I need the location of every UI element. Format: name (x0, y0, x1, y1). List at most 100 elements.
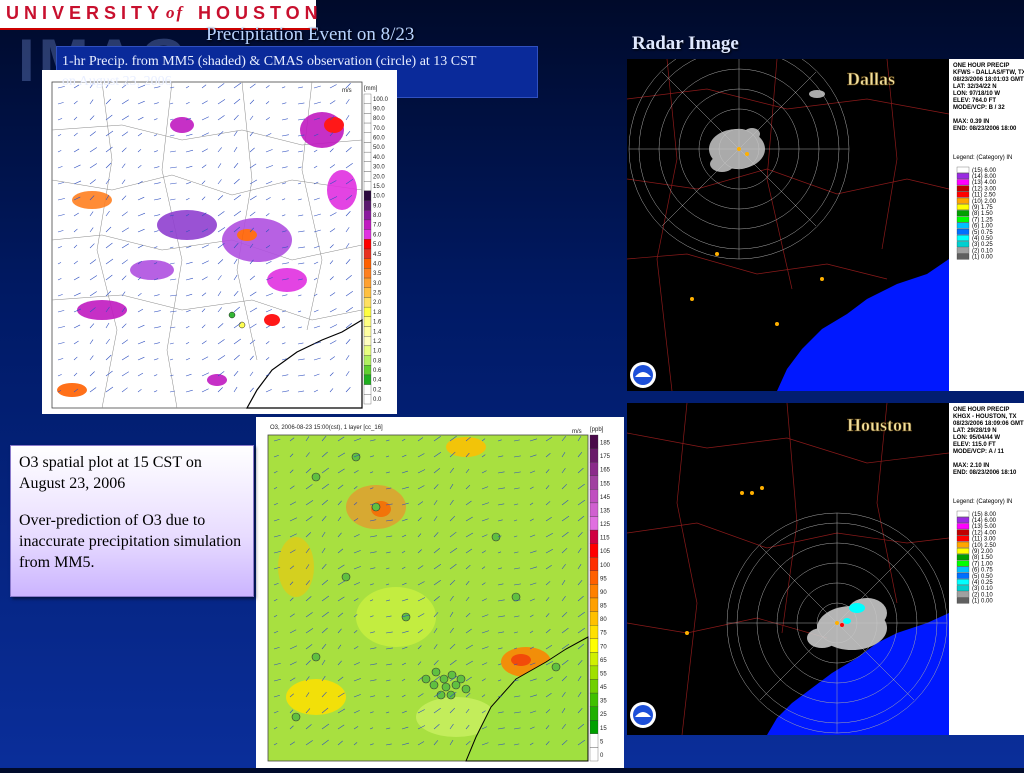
radar-legend-label: (9) 1.75 (972, 205, 993, 211)
radar-legend-swatch (956, 560, 970, 567)
colorbar-tick-label: 6.0 (373, 232, 382, 238)
radar-legend-label: (14) 6.00 (972, 518, 997, 524)
radar-legend-label: (1) 0.00 (972, 255, 993, 261)
o3-observation-circle (439, 674, 449, 684)
colorbar-swatch (589, 529, 599, 544)
o3-observation-circle (341, 572, 351, 582)
colorbar-tick-label: 165 (600, 468, 611, 474)
colorbar-swatch (363, 384, 372, 395)
logo-word-houston: HOUSTON (198, 3, 323, 23)
colorbar-swatch (363, 374, 372, 385)
colorbar-swatch (363, 161, 372, 172)
colorbar-swatch (363, 345, 372, 356)
logo-word-university: UNIVERSITY (6, 3, 165, 23)
colorbar-swatch (589, 584, 599, 599)
o3-observation-circle (291, 712, 301, 722)
o3-note-box: O3 spatial plot at 15 CST on August 23, … (10, 445, 254, 597)
o3-observation-circle (446, 690, 456, 700)
colorbar-tick-label: 1.2 (373, 339, 382, 345)
colorbar-swatch (363, 239, 372, 250)
radar-legend-swatch (956, 548, 970, 554)
colorbar-swatch (589, 489, 599, 504)
radar-legend-swatch (956, 173, 970, 179)
o3-observation-circle (311, 652, 321, 662)
colorbar-swatch (363, 113, 372, 124)
radar-info-line: END: 08/23/2006 18:10 (953, 470, 1017, 476)
colorbar-tick-label: 5 (600, 739, 604, 745)
colorbar-tick-label: 0.6 (373, 368, 382, 374)
colorbar-swatch (363, 355, 372, 366)
radar-legend-label: (6) 1.00 (972, 224, 993, 230)
colorbar-swatch (363, 190, 372, 201)
colorbar-swatch (589, 570, 599, 585)
colorbar-tick-label: 25 (600, 712, 607, 718)
colorbar-swatch (363, 219, 372, 230)
dallas-radar: Dallas ONE HOUR PRECIPKFWS - DALLAS/FTW,… (626, 38, 1024, 392)
colorbar-tick-label: 55 (600, 671, 607, 677)
colorbar-tick-label: 60.0 (373, 136, 385, 142)
o3-observation-circle (551, 662, 561, 672)
radar-info-line: LON: 97/18/10 W (953, 91, 1000, 97)
colorbar-swatch (363, 326, 372, 337)
colorbar-tick-label: 1.6 (373, 320, 382, 326)
radar-legend-swatch (956, 247, 970, 254)
colorbar-swatch (363, 171, 372, 182)
radar-info-line: LAT: 29/28/19 N (953, 428, 997, 434)
radar-legend-label: (5) 0.50 (972, 574, 993, 580)
colorbar-swatch (589, 516, 599, 531)
o3-map-header: O3, 2006-08-23 15:00(cst), 1 layer [cc_1… (270, 425, 383, 431)
radar-info-line: KFWS - DALLAS/FTW, TX (953, 70, 1024, 76)
o3-observation-circle (421, 674, 431, 684)
o3-observation-circle (401, 612, 411, 622)
colorbar-swatch (363, 210, 372, 221)
colorbar-tick-label: 80 (600, 617, 607, 623)
radar-legend-label: (11) 2.50 (972, 193, 996, 199)
radar-legend-swatch (956, 523, 970, 530)
radar-legend-swatch (956, 572, 970, 579)
radar-info-line: END: 08/23/2006 18:00 (953, 126, 1017, 132)
colorbar-tick-label: 135 (600, 508, 611, 514)
o3-observation-circle (311, 472, 321, 482)
radar-legend-label: (4) 0.25 (972, 580, 993, 586)
radar-legend-label: (1) 0.00 (972, 599, 993, 605)
radar-legend-label: (4) 0.50 (972, 236, 993, 242)
logo-word-of: of (166, 3, 185, 22)
noaa-logo (630, 362, 656, 388)
colorbar-tick-label: 1.4 (373, 329, 382, 335)
colorbar-swatch (589, 543, 599, 558)
radar-legend-swatch (956, 179, 970, 186)
colorbar-tick-label: 90.0 (373, 106, 385, 112)
colorbar-swatch (363, 316, 372, 327)
colorbar-tick-label: 15 (600, 726, 607, 732)
colorbar-tick-label: 105 (600, 549, 611, 555)
radar-legend-label: (3) 0.10 (972, 586, 993, 592)
colorbar-tick-label: 95 (600, 576, 607, 582)
o3-colorbar: 1851751651551451351251151051009590858075… (589, 434, 611, 762)
o3-observation-circle (461, 684, 471, 694)
colorbar-tick-label: 0.2 (373, 387, 382, 393)
colorbar-swatch (589, 625, 599, 639)
radar-legend-swatch (956, 222, 970, 229)
radar-legend-swatch (956, 204, 970, 210)
radar-legend-swatch (956, 253, 970, 260)
radar-legend-label: (10) 2.00 (972, 199, 997, 205)
colorbar-tick-label: 70 (600, 644, 607, 650)
radar-legend-label: (10) 2.50 (972, 543, 997, 549)
colorbar-swatch (363, 336, 372, 347)
colorbar-tick-label: 70.0 (373, 126, 385, 132)
o3-observation-circle (431, 667, 441, 677)
radar-legend-swatch (956, 529, 970, 536)
colorbar-swatch (363, 122, 372, 133)
radar-legend-swatch (956, 535, 970, 542)
radar-legend-label: (7) 1.25 (972, 217, 993, 223)
colorbar-tick-label: 4.5 (373, 252, 382, 258)
colorbar-tick-label: 145 (600, 495, 611, 501)
slide-title: Precipitation Event on 8/23 (206, 24, 415, 45)
noaa-logo (630, 702, 656, 728)
houston-city-label: Houston (847, 415, 912, 435)
colorbar-swatch (363, 103, 372, 114)
colorbar-tick-label: 1.8 (373, 310, 382, 316)
radar-legend-label: (2) 0.10 (972, 592, 993, 598)
colorbar-swatch (363, 200, 372, 211)
radar-legend-swatch (956, 166, 970, 173)
